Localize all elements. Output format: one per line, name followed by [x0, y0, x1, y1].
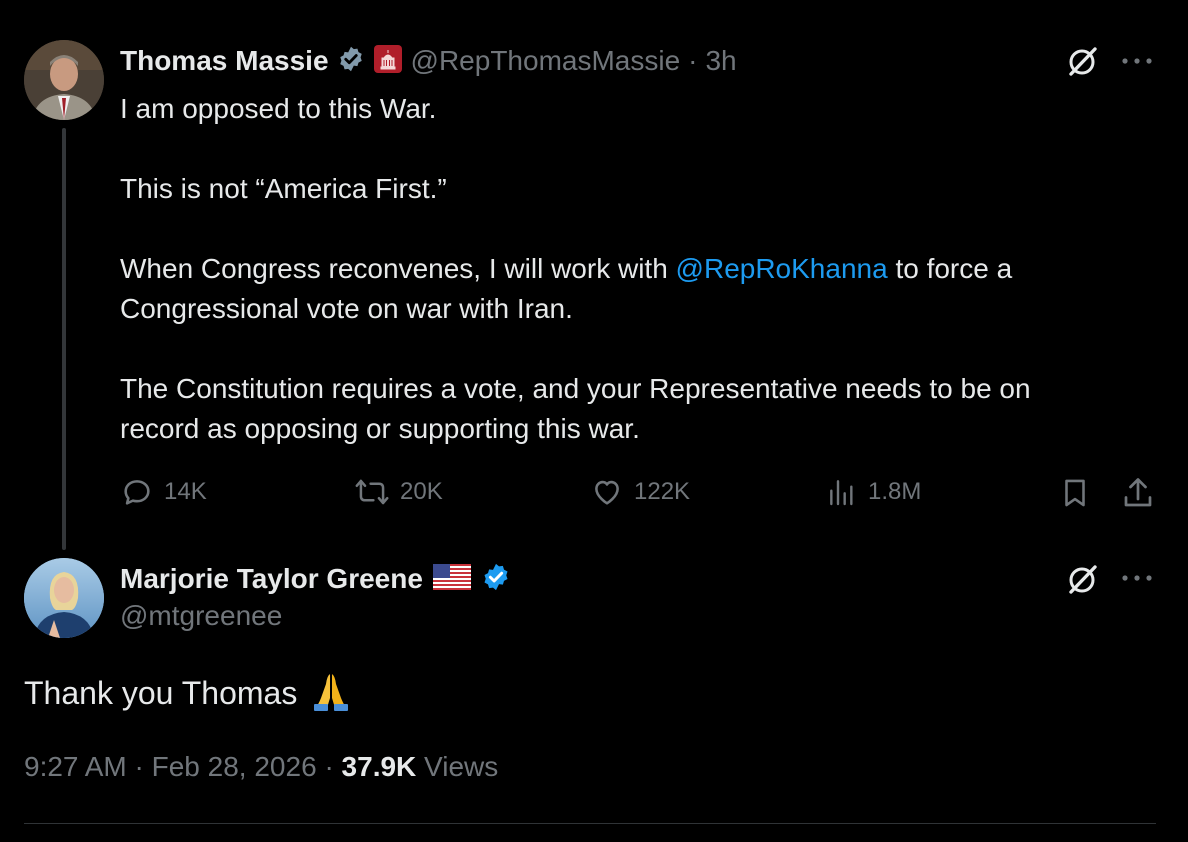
author-handle[interactable]: @mtgreenee [120, 600, 282, 632]
views-count[interactable]: 37.9K [342, 751, 417, 782]
reply-icon [120, 475, 154, 509]
grok-icon[interactable] [1066, 562, 1100, 601]
repost-count: 20K [400, 478, 443, 505]
more-icon[interactable] [1120, 48, 1154, 79]
like-icon [590, 475, 624, 509]
tweet-text-line: record as opposing or supporting this wa… [120, 413, 640, 444]
mention-link[interactable]: @RepRoKhanna [676, 253, 888, 284]
thread-line [62, 128, 66, 550]
bookmark-icon[interactable] [1058, 475, 1092, 516]
tweet-text-line: The Constitution requires a vote, and yo… [120, 373, 1031, 404]
views-label: Views [424, 751, 499, 782]
tweet-text-line: When Congress reconvenes, I will work wi… [120, 249, 1012, 289]
capitol-flag-icon [373, 44, 403, 79]
author-handle[interactable]: @RepThomasMassie [411, 45, 681, 77]
tweet-time[interactable]: 9:27 AM [24, 751, 127, 782]
tweet-date[interactable]: Feb 28, 2026 [152, 751, 317, 782]
tweet-text-line: I am opposed to this War. [120, 93, 437, 124]
us-flag-icon [432, 563, 471, 595]
more-icon[interactable] [1120, 565, 1154, 596]
divider [24, 823, 1156, 824]
tweet-time[interactable]: 3h [705, 45, 736, 77]
reply-count: 14K [164, 478, 207, 505]
meta-separator: · [324, 751, 334, 782]
like-button[interactable]: 122K [590, 475, 690, 509]
tweet-text-segment: When Congress reconvenes, I will work wi… [120, 253, 676, 284]
tweet-text-line: This is not “America First.” [120, 173, 447, 204]
share-icon[interactable] [1120, 475, 1156, 516]
reply-text: Thank you Thomas [24, 674, 298, 711]
views-icon [826, 475, 858, 509]
repost-button[interactable]: 20K [354, 475, 443, 509]
like-count: 122K [634, 478, 691, 505]
reply-button[interactable]: 14K [120, 475, 207, 509]
meta-separator: · [688, 45, 698, 76]
author-name[interactable]: Marjorie Taylor Greene [120, 563, 423, 595]
tweet-text-line: Congressional vote on war with Iran. [120, 293, 573, 324]
grok-icon[interactable] [1066, 44, 1100, 83]
tweet-text-segment: to force a [887, 253, 1013, 284]
verified-badge-icon [481, 562, 511, 597]
avatar-thomas-massie[interactable] [24, 40, 104, 120]
views-button[interactable]: 1.8M [826, 475, 921, 509]
views-count: 1.8M [868, 478, 922, 505]
verified-badge-icon [337, 45, 365, 78]
author-name[interactable]: Thomas Massie [120, 45, 329, 77]
repost-icon [354, 475, 390, 509]
folded-hands-emoji [309, 668, 353, 717]
meta-separator: · [134, 751, 144, 782]
avatar-marjorie-taylor-greene[interactable] [24, 558, 104, 638]
